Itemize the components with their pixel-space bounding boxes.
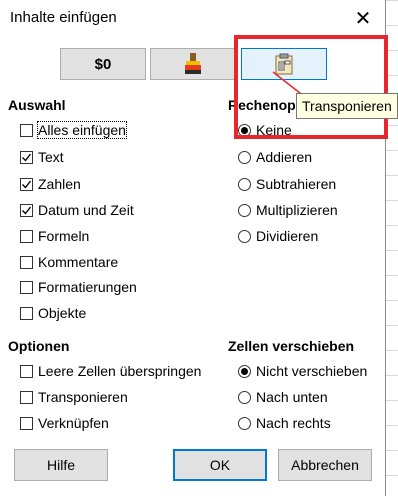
transpose-tooltip: Transponieren bbox=[296, 93, 398, 119]
pointer-line bbox=[272, 71, 306, 98]
